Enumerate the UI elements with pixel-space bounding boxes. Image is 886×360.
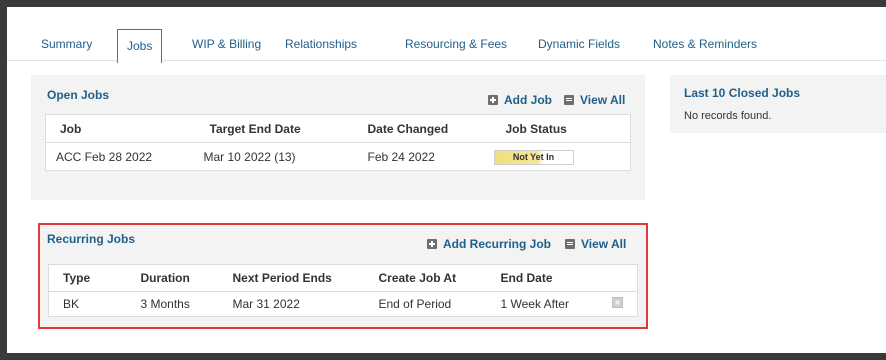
empty-state-text: No records found. (684, 110, 772, 122)
add-job-label: Add Job (504, 93, 552, 107)
column-header-job: Job (45, 114, 196, 143)
table-row[interactable]: ACC Feb 28 2022 Mar 10 2022 (13) Feb 24 … (46, 143, 631, 171)
app-frame: Summary Jobs WIP & Billing Relationships… (7, 7, 886, 353)
tab-notes-reminders[interactable]: Notes & Reminders (653, 37, 757, 51)
tab-resourcing-fees[interactable]: Resourcing & Fees (405, 37, 507, 51)
column-header-job-status: Job Status (491, 114, 631, 143)
tab-wip-billing[interactable]: WIP & Billing (192, 37, 261, 51)
tab-bar: Summary Jobs WIP & Billing Relationships… (7, 7, 886, 63)
date-changed-cell: Feb 24 2022 (367, 149, 435, 164)
target-end-date-cell: Mar 10 2022 (13) (203, 149, 296, 164)
job-status-cell: Not Yet In (492, 143, 631, 171)
view-all-jobs-label: View All (580, 93, 626, 107)
tab-jobs[interactable]: Jobs (117, 29, 163, 63)
add-icon (488, 95, 498, 105)
list-icon (564, 95, 574, 105)
job-name-cell[interactable]: ACC Feb 28 2022 (46, 143, 196, 171)
tab-dynamic-fields[interactable]: Dynamic Fields (538, 37, 620, 51)
open-jobs-table: Job Target End Date Date Changed Job Sta… (45, 114, 631, 171)
highlight-box (38, 223, 648, 329)
status-badge[interactable]: Not Yet In (493, 149, 574, 165)
open-jobs-panel: Open Jobs Add Job View All Job Target En… (31, 75, 645, 200)
column-header-date-changed: Date Changed (353, 114, 492, 143)
closed-jobs-panel: Last 10 Closed Jobs No records found. (670, 75, 886, 133)
add-job-button[interactable]: Add Job (488, 93, 552, 107)
tab-relationships[interactable]: Relationships (285, 37, 357, 51)
open-jobs-title: Open Jobs (47, 88, 110, 102)
closed-jobs-title[interactable]: Last 10 Closed Jobs (684, 86, 800, 100)
table-header-row: Job Target End Date Date Changed Job Sta… (45, 114, 631, 143)
view-all-jobs-button[interactable]: View All (564, 93, 625, 107)
column-header-target-end-date: Target End Date (195, 114, 354, 143)
tab-summary[interactable]: Summary (41, 37, 92, 51)
